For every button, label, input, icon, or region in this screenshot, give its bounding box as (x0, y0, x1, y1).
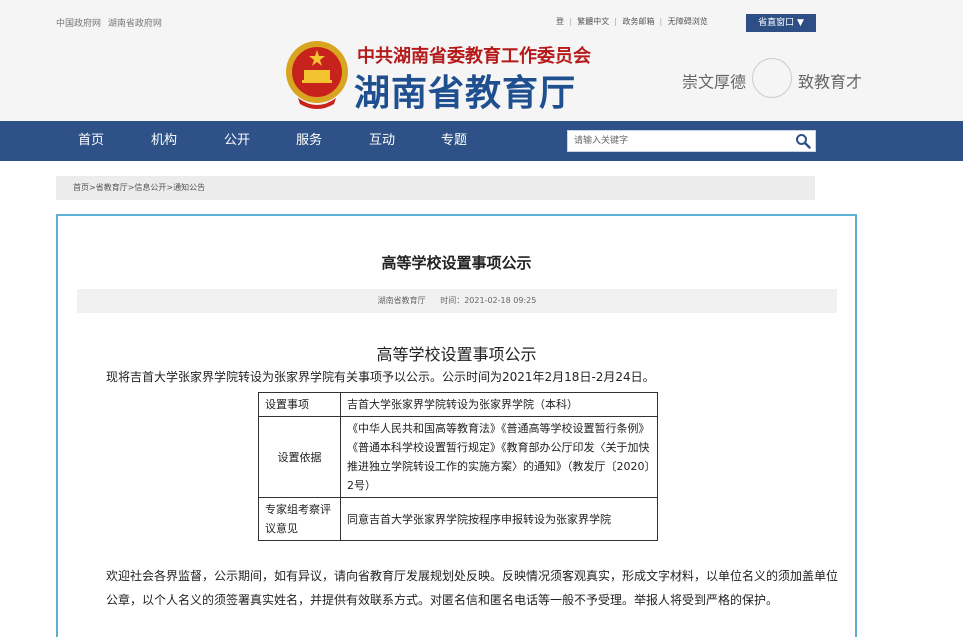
nav-public-info[interactable]: 公开 (224, 121, 250, 161)
nav-topics[interactable]: 专题 (441, 121, 467, 161)
table-value: 吉首大学张家界学院转设为张家界学院（本科） (340, 392, 658, 417)
top-links-right: 登 | 繁體中文 | 政务邮箱 | 无障碍浏览 (556, 17, 708, 26)
link-gov-mail[interactable]: 政务邮箱 (623, 17, 655, 26)
link-accessibility[interactable]: 无障碍浏览 (668, 17, 708, 26)
table-label: 设置事项 (258, 392, 341, 417)
table-value: 《中华人民共和国高等教育法》《普通高等学校设置暂行条例》《普通本科学校设置暂行规… (340, 416, 658, 498)
table-value: 同意吉首大学张家界学院按程序申报转设为张家界学院 (340, 497, 658, 541)
national-emblem-icon (286, 41, 348, 109)
nav-interaction[interactable]: 互动 (369, 121, 395, 161)
closing-paragraph: 欢迎社会各界监督，公示期间，如有异议，请向省教育厅发展规划处反映。反映情况须客观… (106, 569, 839, 607)
table-row: 设置依据 《中华人民共和国高等教育法》《普通高等学校设置暂行条例》《普通本科学校… (258, 416, 658, 498)
dept-name: 湖南省教育厅 (354, 73, 577, 114)
nav-home[interactable]: 首页 (78, 121, 104, 161)
provincial-window-button[interactable]: 省直窗口 ▼ (746, 14, 816, 32)
search-box (567, 130, 816, 152)
article-source: 湖南省教育厅 (377, 296, 426, 305)
search-icon[interactable] (795, 133, 811, 149)
link-gov-cn[interactable]: 中国政府网 (56, 19, 101, 29)
nav-organization[interactable]: 机构 (151, 121, 177, 161)
table-label: 设置依据 (258, 416, 341, 498)
table-row: 设置事项 吉首大学张家界学院转设为张家界学院（本科） (258, 392, 658, 417)
search-input[interactable] (568, 131, 788, 151)
article-meta: 湖南省教育厅 时间：2021-02-18 09:25 (77, 289, 837, 313)
breadcrumb[interactable]: 首页>省教育厅>信息公开>通知公告 (56, 176, 815, 200)
link-traditional-chinese[interactable]: 繁體中文 (577, 17, 609, 26)
content-title: 高等学校设置事项公示 (376, 345, 537, 364)
link-login[interactable]: 登 (556, 17, 564, 26)
slogan: 崇文厚德 致教育才 (682, 58, 863, 98)
seal-icon (752, 58, 793, 98)
article-title: 高等学校设置事项公示 (381, 254, 532, 272)
table-row: 专家组考察评议意见 同意吉首大学张家界学院按程序申报转设为张家界学院 (258, 497, 658, 541)
article-container: 高等学校设置事项公示 湖南省教育厅 时间：2021-02-18 09:25 高等… (56, 214, 857, 637)
nav-services[interactable]: 服务 (296, 121, 322, 161)
slogan-left: 崇文厚德 (682, 72, 747, 92)
intro-paragraph: 现将吉首大学张家界学院转设为张家界学院有关事项予以公示。公示时间为2021年2月… (106, 370, 655, 384)
top-links-left: 中国政府网 湖南省政府网 (56, 16, 166, 29)
slogan-right: 致教育才 (798, 72, 863, 92)
link-hunan-gov[interactable]: 湖南省政府网 (108, 19, 162, 29)
header-banner: 中国政府网 湖南省政府网 登 | 繁體中文 | 政务邮箱 | 无障碍浏览 省直窗口 ▼… (0, 0, 963, 121)
main-nav: 首页 机构 公开 服务 互动 专题 (0, 121, 963, 161)
info-table: 设置事项 吉首大学张家界学院转设为张家界学院（本科） 设置依据 《中华人民共和国… (258, 392, 658, 541)
table-label: 专家组考察评议意见 (258, 497, 341, 541)
article-time: 时间：2021-02-18 09:25 (440, 296, 537, 305)
